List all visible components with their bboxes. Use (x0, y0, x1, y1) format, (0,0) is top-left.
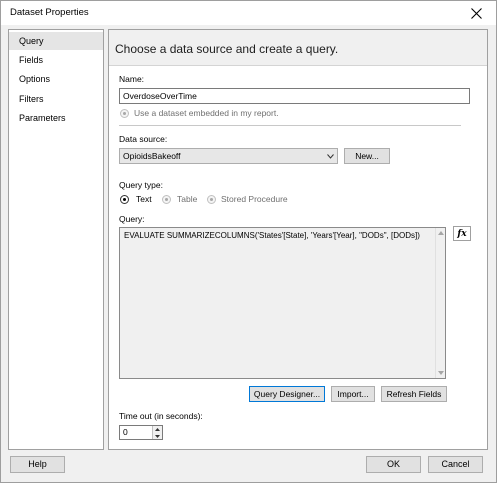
dataset-properties-dialog: Dataset Properties Query Fields Options … (0, 0, 497, 483)
sidebar-item-label: Fields (19, 55, 44, 65)
scroll-up-icon[interactable] (438, 231, 444, 235)
query-text-area[interactable]: EVALUATE SUMMARIZECOLUMNS('States'[State… (119, 227, 446, 379)
query-type-label: Query type: (119, 180, 163, 190)
query-type-text-radio[interactable] (120, 195, 129, 204)
sidebar-item-filters[interactable]: Filters (9, 90, 103, 108)
scroll-down-icon[interactable] (438, 371, 444, 375)
query-type-stored-procedure-radio[interactable] (207, 195, 216, 204)
chevron-down-icon (155, 435, 160, 438)
timeout-stepper[interactable]: 0 (119, 425, 163, 440)
sidebar-item-label: Filters (19, 94, 44, 104)
query-page: Choose a data source and create a query.… (108, 29, 488, 450)
name-field[interactable]: OverdoseOverTime (119, 88, 470, 104)
datasource-selected-value: OpioidsBakeoff (123, 151, 181, 161)
timeout-label: Time out (in seconds): (119, 411, 203, 421)
sidebar-nav: Query Fields Options Filters Parameters (8, 29, 104, 450)
sidebar-item-query[interactable]: Query (9, 32, 103, 50)
vertical-scrollbar[interactable] (435, 228, 445, 378)
sidebar-item-label: Query (19, 36, 44, 46)
query-text: EVALUATE SUMMARIZECOLUMNS('States'[State… (124, 231, 420, 240)
ok-button[interactable]: OK (366, 456, 421, 473)
query-designer-button[interactable]: Query Designer... (249, 386, 325, 402)
close-button[interactable] (456, 1, 496, 25)
new-datasource-button[interactable]: New... (344, 148, 390, 164)
expression-button[interactable]: fx (453, 226, 471, 241)
stepper-up-button[interactable] (153, 426, 162, 433)
chevron-down-icon (327, 154, 334, 159)
datasource-select[interactable]: OpioidsBakeoff (119, 148, 338, 164)
query-type-table-radio[interactable] (162, 195, 171, 204)
datasource-label: Data source: (119, 134, 168, 144)
window-title: Dataset Properties (10, 7, 89, 18)
cancel-button[interactable]: Cancel (428, 456, 483, 473)
timeout-value: 0 (123, 427, 128, 437)
sidebar-item-options[interactable]: Options (9, 70, 103, 88)
divider (119, 125, 461, 126)
query-type-stored-procedure-label: Stored Procedure (221, 194, 288, 204)
name-label: Name: (119, 74, 145, 84)
query-type-table-label: Table (177, 194, 198, 204)
stepper-down-button[interactable] (153, 433, 162, 440)
query-type-text-label: Text (136, 194, 152, 204)
embedded-dataset-radio[interactable] (120, 109, 129, 118)
refresh-fields-button[interactable]: Refresh Fields (381, 386, 447, 402)
title-bar: Dataset Properties (1, 1, 496, 25)
embedded-dataset-label: Use a dataset embedded in my report. (134, 108, 279, 118)
query-label: Query: (119, 214, 145, 224)
sidebar-item-label: Parameters (19, 113, 66, 123)
chevron-up-icon (155, 428, 160, 431)
import-button[interactable]: Import... (331, 386, 375, 402)
close-icon (470, 7, 482, 19)
sidebar-item-fields[interactable]: Fields (9, 51, 103, 69)
stepper-buttons (152, 426, 162, 439)
fx-icon: fx (457, 228, 467, 239)
sidebar-item-parameters[interactable]: Parameters (9, 109, 103, 127)
help-button[interactable]: Help (10, 456, 65, 473)
sidebar-item-label: Options (19, 74, 51, 84)
